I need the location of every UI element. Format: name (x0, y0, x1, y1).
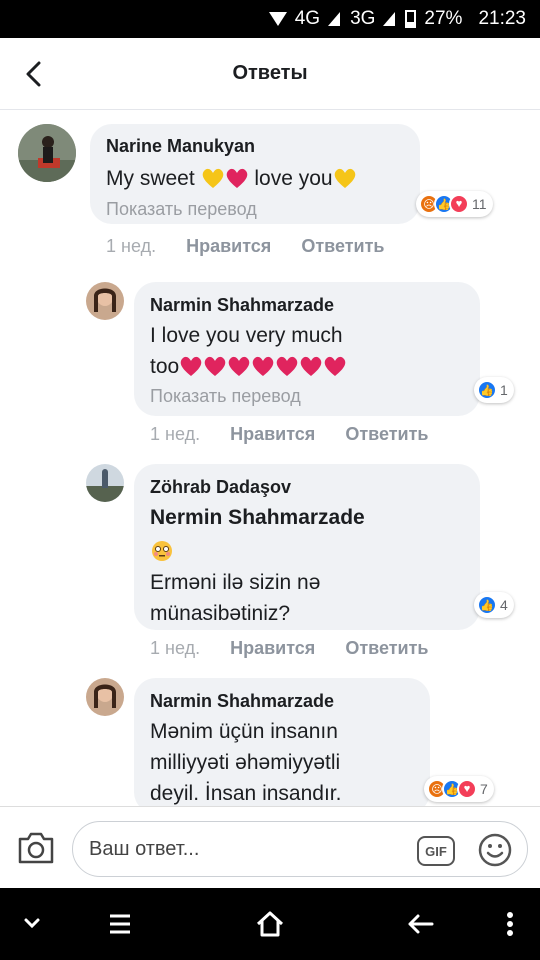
mentioned-user-tag[interactable]: Nermin Shahmarzade (150, 506, 365, 530)
comment-author[interactable]: Narmin Shahmarzade (150, 295, 334, 316)
reaction-summary[interactable]: ☹ 👍 ♥ 7 (424, 776, 494, 802)
reply-composer: GIF (0, 806, 540, 888)
like-button[interactable]: Нравится (230, 424, 315, 445)
header: Ответы (0, 38, 540, 110)
chevron-down-icon (24, 918, 40, 929)
yellow-heart-icon (333, 167, 357, 189)
profile-photo-icon (86, 282, 124, 320)
camera-icon (18, 832, 54, 864)
avatar[interactable] (86, 282, 124, 320)
reply-button[interactable]: Ответить (345, 638, 428, 659)
page-title: Ответы (232, 62, 308, 84)
red-heart-icon (299, 355, 323, 377)
comment-text: My sweet love you (106, 163, 357, 194)
comment-time: 1 нед. (106, 236, 157, 256)
reaction-count: 7 (480, 781, 488, 797)
comment-author[interactable]: Zöhrab Dadaşov (150, 477, 291, 498)
nav-collapse-button[interactable] (12, 906, 52, 942)
profile-photo-icon (86, 678, 124, 716)
reply-button[interactable]: Ответить (301, 236, 384, 257)
flushed-face-icon (150, 540, 174, 562)
like-button[interactable]: Нравится (186, 236, 271, 257)
reaction-count: 11 (472, 196, 487, 212)
nav-more-button[interactable] (490, 906, 530, 942)
red-heart-icon (225, 167, 249, 189)
more-vertical-icon (507, 912, 513, 936)
reply-input[interactable] (89, 834, 389, 864)
emoji-button[interactable] (477, 832, 513, 868)
avatar[interactable] (86, 678, 124, 716)
comment-text: Erməni ilə sizin nə münasibətiniz? (150, 536, 320, 629)
profile-photo-icon (86, 464, 124, 502)
nav-back-button[interactable] (400, 906, 440, 942)
comment-time: 1 нед. (150, 424, 201, 444)
comment-actions: 1 нед. Нравится Ответить (106, 236, 385, 257)
like-reaction-icon: 👍 (477, 380, 497, 400)
comment-time: 1 нед. (150, 638, 201, 658)
nav-home-button[interactable] (250, 906, 290, 942)
like-reaction-icon: 👍 (477, 595, 497, 615)
heart-reaction-icon: ♥ (449, 194, 469, 214)
reaction-summary[interactable]: 👍 1 (474, 377, 514, 403)
smiley-icon (478, 833, 512, 867)
profile-photo-icon (18, 124, 76, 182)
network-type-1: 4G (294, 8, 321, 29)
nav-menu-button[interactable] (100, 906, 140, 942)
like-button[interactable]: Нравится (230, 638, 315, 659)
reaction-summary[interactable]: 👍 4 (474, 592, 514, 618)
gif-button[interactable]: GIF (417, 836, 455, 866)
battery-icon (405, 10, 417, 28)
avatar[interactable] (86, 464, 124, 502)
comment-author[interactable]: Narmin Shahmarzade (150, 691, 334, 712)
network-type-2: 3G (350, 8, 376, 29)
comment-author[interactable]: Narine Manukyan (106, 136, 255, 157)
system-nav-bar (0, 888, 540, 960)
show-translation-link[interactable]: Показать перевод (150, 386, 301, 407)
yellow-heart-icon (201, 167, 225, 189)
heart-reaction-icon: ♥ (457, 779, 477, 799)
avatar[interactable] (18, 124, 76, 182)
comment-actions: 1 нед. Нравится Ответить (150, 424, 429, 445)
wifi-icon (268, 12, 287, 26)
clock: 21:23 (478, 8, 526, 29)
red-heart-icon (323, 355, 347, 377)
status-bar: 4G 3G 27% 21:23 (0, 0, 540, 38)
reply-button[interactable]: Ответить (345, 424, 428, 445)
show-translation-link[interactable]: Показать перевод (106, 199, 257, 220)
comment-actions: 1 нед. Нравится Ответить (150, 638, 429, 659)
reply-field[interactable]: GIF (72, 821, 528, 877)
red-heart-icon (251, 355, 275, 377)
signal-icon (328, 12, 341, 26)
battery-level: 27% (424, 8, 463, 29)
signal-icon-2 (383, 12, 396, 26)
reaction-summary[interactable]: ☹ 👍 ♥ 11 (416, 191, 493, 217)
red-heart-icon (179, 355, 203, 377)
menu-icon (110, 914, 130, 934)
red-heart-icon (203, 355, 227, 377)
back-arrow-icon (408, 914, 434, 934)
comment-text: Mənim üçün insanın milliyyəti əhəmiyyətl… (150, 720, 342, 805)
camera-button[interactable] (16, 829, 56, 867)
red-heart-icon (275, 355, 299, 377)
reaction-count: 4 (500, 597, 508, 613)
red-heart-icon (227, 355, 251, 377)
home-icon (256, 911, 284, 937)
comment-text: I love you very much too (150, 320, 347, 382)
reaction-count: 1 (500, 382, 508, 398)
